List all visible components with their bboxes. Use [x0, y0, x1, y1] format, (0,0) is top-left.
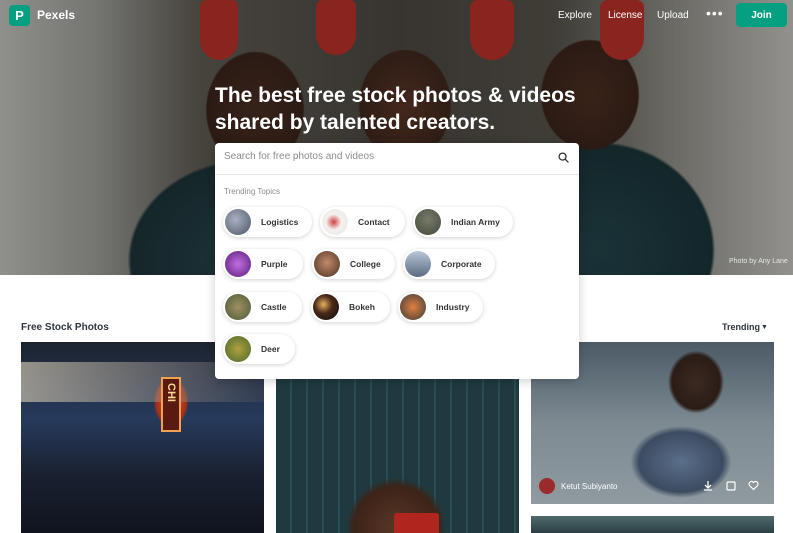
more-icon[interactable]: •••	[706, 5, 724, 21]
topic-label: College	[350, 259, 381, 269]
theater-sign: CHI	[161, 377, 181, 432]
hero-headline: The best free stock photos & videos shar…	[215, 84, 576, 134]
topic-thumbnail	[225, 294, 251, 320]
topic-thumbnail	[225, 251, 251, 277]
photo-author[interactable]: Ketut Subiyanto	[561, 482, 617, 491]
heart-icon[interactable]	[748, 480, 759, 491]
topic-label: Bokeh	[349, 302, 375, 312]
nav-upload[interactable]: Upload	[657, 10, 689, 21]
topic-thumbnail	[225, 336, 251, 362]
search-input[interactable]	[224, 151, 544, 162]
topic-thumbnail	[322, 209, 348, 235]
topic-thumbnail	[313, 294, 339, 320]
topic-label: Purple	[261, 259, 288, 269]
gift-box	[394, 513, 439, 533]
topic-thumbnail	[314, 251, 340, 277]
search-bar	[215, 143, 579, 175]
nav-license[interactable]: License	[608, 10, 642, 21]
section-title: Free Stock Photos	[21, 322, 109, 333]
photo-card[interactable]	[276, 378, 519, 533]
topic-chip-deer[interactable]: Deer	[223, 334, 295, 364]
sort-dropdown[interactable]: Trending	[722, 322, 760, 332]
topic-label: Deer	[261, 344, 280, 354]
topic-label: Contact	[358, 217, 390, 227]
chevron-down-icon[interactable]: ▼	[761, 324, 768, 331]
topic-chip-corporate[interactable]: Corporate	[403, 249, 495, 279]
topic-label: Corporate	[441, 259, 482, 269]
topic-chip-logistics[interactable]: Logistics	[223, 207, 312, 237]
topic-chip-indian-army[interactable]: Indian Army	[413, 207, 513, 237]
topic-chip-college[interactable]: College	[312, 249, 395, 279]
topic-label: Industry	[436, 302, 470, 312]
avatar[interactable]	[539, 478, 555, 494]
topic-chip-castle[interactable]: Castle	[223, 292, 302, 322]
photo-card[interactable]	[531, 516, 774, 533]
pexels-logo[interactable]: P	[9, 5, 30, 26]
topic-thumbnail	[400, 294, 426, 320]
sign-text: CHI	[165, 383, 177, 402]
topic-chip-bokeh[interactable]: Bokeh	[311, 292, 390, 322]
search-dropdown: Trending Topics Logistics Contact Indian…	[215, 143, 579, 379]
photo-credit[interactable]: Photo by Any Lane	[729, 258, 788, 265]
topic-label: Logistics	[261, 217, 299, 227]
topic-chip-purple[interactable]: Purple	[223, 249, 303, 279]
trending-label: Trending Topics	[224, 187, 281, 196]
search-icon[interactable]	[558, 152, 569, 163]
nav-explore[interactable]: Explore	[558, 10, 592, 21]
brand-name[interactable]: Pexels	[37, 8, 75, 22]
topic-label: Castle	[261, 302, 287, 312]
topic-chip-contact[interactable]: Contact	[320, 207, 405, 237]
topic-thumbnail	[225, 209, 251, 235]
topic-thumbnail	[405, 251, 431, 277]
join-button[interactable]: Join	[736, 3, 787, 27]
logo-letter: P	[15, 8, 24, 23]
download-icon[interactable]	[703, 480, 713, 491]
topic-chip-industry[interactable]: Industry	[398, 292, 483, 322]
topic-label: Indian Army	[451, 217, 500, 227]
collect-icon[interactable]	[726, 480, 736, 491]
topic-thumbnail	[415, 209, 441, 235]
